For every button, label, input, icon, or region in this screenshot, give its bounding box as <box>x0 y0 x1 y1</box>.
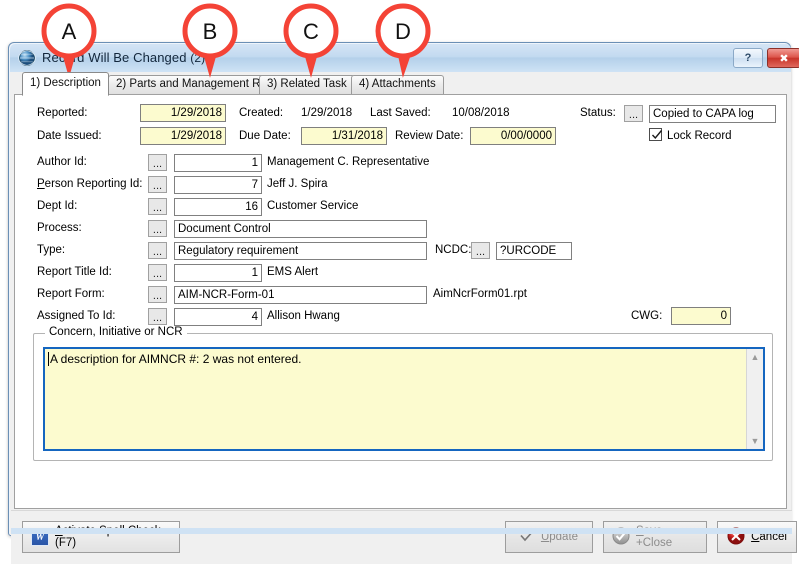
concern-group-title: Concern, Initiative or NCR <box>45 326 187 338</box>
status-field[interactable] <box>649 105 776 123</box>
type-label: Type: <box>37 244 65 256</box>
concern-scrollbar[interactable]: ▲ ▼ <box>746 349 763 449</box>
callout-b-letter: B <box>203 19 218 44</box>
callout-d-letter: D <box>395 19 411 44</box>
process-label: Process: <box>37 222 82 234</box>
activate-spell-check-button[interactable]: W Activate Spell Check (F7) <box>22 521 180 553</box>
reported-field[interactable] <box>140 104 226 122</box>
description-panel: Reported: Created: 1/29/2018 Last Saved:… <box>14 94 787 509</box>
created-value: 1/29/2018 <box>301 107 352 119</box>
status-label: Status: <box>580 107 616 119</box>
callout-c: C <box>278 0 344 78</box>
status-picker-button[interactable]: ... <box>624 105 643 122</box>
date-issued-label: Date Issued: <box>37 130 102 142</box>
report-title-id-label: Report Title Id: <box>37 266 112 278</box>
created-label: Created: <box>239 107 283 119</box>
help-button[interactable]: ? <box>733 48 763 68</box>
concern-textarea[interactable]: A description for AIMNCR #: 2 was not en… <box>43 347 765 451</box>
cancel-button[interactable]: Cancel <box>717 521 797 553</box>
process-field[interactable] <box>174 220 427 238</box>
reported-label: Reported: <box>37 107 88 119</box>
client-area: Company ID: 1 AIM NCR Id: 2 1) Descripti… <box>10 72 791 535</box>
due-date-label: Due Date: <box>239 130 291 142</box>
type-picker-button[interactable]: ... <box>148 242 167 259</box>
screenshot-root: Record Will Be Changed (2) ? ✖ Company I… <box>0 0 799 543</box>
footer-bar: W Activate Spell Check (F7) Update <box>11 510 792 564</box>
report-title-field[interactable] <box>174 264 262 282</box>
callout-c-letter: C <box>303 19 319 44</box>
last-saved-label: Last Saved: <box>370 107 431 119</box>
close-button[interactable]: ✖ <box>767 48 799 68</box>
assigned-to-id-label: Assigned To Id: <box>37 310 115 322</box>
dept-id-description: Customer Service <box>267 200 358 212</box>
report-title-description: EMS Alert <box>267 266 318 278</box>
dialog-window: Record Will Be Changed (2) ? ✖ Company I… <box>8 42 791 536</box>
report-form-field[interactable] <box>174 286 427 304</box>
assigned-to-picker-button[interactable]: ... <box>148 308 167 325</box>
concern-text: A description for AIMNCR #: 2 was not en… <box>50 352 743 367</box>
person-reporting-id-label: Person Reporting Id: <box>37 178 142 190</box>
window-bottom-strip <box>11 528 792 534</box>
ncdc-label: NCDC: <box>435 244 471 256</box>
person-reporting-picker-button[interactable]: ... <box>148 176 167 193</box>
date-issued-field[interactable] <box>140 127 226 145</box>
assigned-to-field[interactable] <box>174 308 262 326</box>
callout-a-letter: A <box>62 19 77 44</box>
review-date-field[interactable] <box>470 127 556 145</box>
author-id-field[interactable] <box>174 154 262 172</box>
callout-a: A <box>36 0 102 78</box>
dept-id-field[interactable] <box>174 198 262 216</box>
scroll-up-icon[interactable]: ▲ <box>747 349 763 365</box>
type-field[interactable] <box>174 242 427 260</box>
globe-icon <box>18 49 36 67</box>
dept-id-picker-button[interactable]: ... <box>148 198 167 215</box>
lock-record-label: Lock Record <box>667 130 732 142</box>
ncdc-picker-button[interactable]: ... <box>471 242 490 259</box>
dept-id-label: Dept Id: <box>37 200 77 212</box>
save-close-button[interactable]: Save +Close <box>603 521 707 553</box>
cwg-field[interactable] <box>671 307 731 325</box>
callout-b: B <box>177 0 243 78</box>
person-reporting-description: Jeff J. Spira <box>267 178 328 190</box>
report-form-label: Report Form: <box>37 288 105 300</box>
cwg-label: CWG: <box>631 310 662 322</box>
report-title-picker-button[interactable]: ... <box>148 264 167 281</box>
assigned-to-description: Allison Hwang <box>267 310 340 322</box>
person-reporting-field[interactable] <box>174 176 262 194</box>
scroll-down-icon[interactable]: ▼ <box>747 433 763 449</box>
report-form-description: AimNcrForm01.rpt <box>433 288 527 300</box>
process-picker-button[interactable]: ... <box>148 220 167 237</box>
author-id-label: Author Id: <box>37 156 87 168</box>
report-form-picker-button[interactable]: ... <box>148 286 167 303</box>
author-id-picker-button[interactable]: ... <box>148 154 167 171</box>
due-date-field[interactable] <box>301 127 387 145</box>
callout-d: D <box>370 0 436 78</box>
check-icon <box>651 129 663 141</box>
update-button[interactable]: Update <box>505 521 593 553</box>
text-caret <box>48 352 49 366</box>
ncdc-field[interactable] <box>496 242 572 260</box>
lock-record-checkbox[interactable] <box>649 128 662 141</box>
review-date-label: Review Date: <box>395 130 463 142</box>
last-saved-value: 10/08/2018 <box>452 107 510 119</box>
tab-description[interactable]: 1) Description <box>22 72 109 96</box>
author-id-description: Management C. Representative <box>267 156 429 168</box>
